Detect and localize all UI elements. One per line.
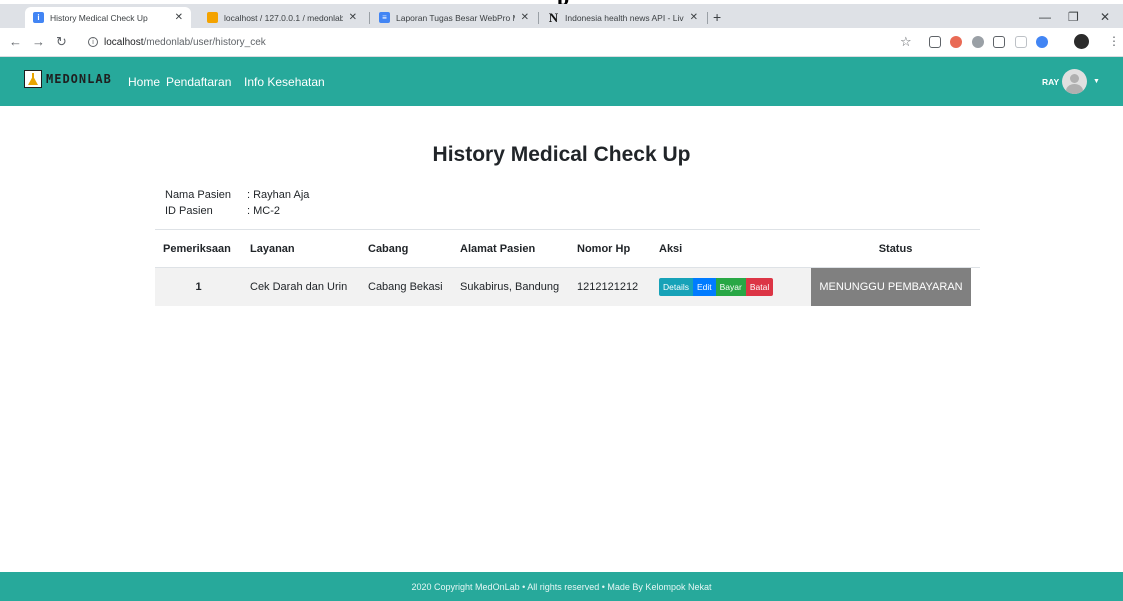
url-input[interactable]: i localhost/medonlab/user/history_cek: [88, 32, 918, 52]
microscope-logo-icon: [24, 70, 42, 88]
bookmark-star-icon[interactable]: ☆: [900, 34, 912, 50]
maximize-icon[interactable]: ❐: [1068, 10, 1079, 24]
chevron-down-icon[interactable]: ▼: [1093, 78, 1100, 85]
table-row: 1 Cek Darah dan Urin Cabang Bekasi Sukab…: [155, 267, 980, 306]
user-name[interactable]: RAY: [1042, 77, 1059, 87]
tab-history-medical[interactable]: i History Medical Check Up ✕: [25, 7, 191, 28]
site-info-icon[interactable]: i: [88, 37, 98, 47]
extension-icon[interactable]: [1036, 36, 1048, 48]
tab-title: History Medical Check Up: [50, 12, 148, 23]
cell-layanan: Cek Darah dan Urin: [242, 267, 360, 306]
tab-separator: [707, 12, 708, 24]
info-favicon-icon: i: [33, 12, 44, 23]
tab-laporan[interactable]: ≡ Laporan Tugas Besar WebPro MS ✕: [371, 7, 537, 28]
cell-nomor-hp: 1212121212: [569, 267, 651, 306]
patient-name-value: : Rayhan Aja: [247, 189, 310, 201]
tab-separator: [369, 12, 370, 24]
patient-name-row: Nama Pasien : Rayhan Aja: [165, 189, 309, 201]
more-menu-icon[interactable]: ⋮: [1108, 34, 1120, 48]
details-button[interactable]: Details: [659, 277, 693, 297]
col-header-alamat: Alamat Pasien: [452, 229, 569, 268]
browser-tab-bar: i History Medical Check Up ✕ localhost /…: [0, 4, 1123, 28]
tab-title: Indonesia health news API - Live: [565, 12, 684, 23]
footer-copyright: 2020 Copyright MedOnLab • All rights res…: [411, 581, 712, 592]
extension-icon[interactable]: [972, 36, 984, 48]
close-icon[interactable]: ✕: [349, 12, 357, 23]
app-navbar: MEDONLAB Home Pendaftaran Info Kesehatan…: [0, 57, 1123, 106]
patient-name-label: Nama Pasien: [165, 189, 232, 201]
nav-info-kesehatan-link[interactable]: Info Kesehatan: [244, 75, 325, 89]
tab-title: Laporan Tugas Besar WebPro MS: [396, 12, 515, 23]
new-tab-icon[interactable]: +: [713, 9, 721, 25]
edit-button[interactable]: Edit: [692, 277, 716, 297]
profile-icon[interactable]: [1074, 34, 1089, 49]
patient-id-row: ID Pasien : MC-2: [165, 205, 280, 217]
footer: 2020 Copyright MedOnLab • All rights res…: [0, 572, 1123, 601]
cell-pemeriksaan: 1: [155, 267, 242, 306]
extension-icon[interactable]: [929, 36, 941, 48]
browser-address-bar: ← → ↻ i localhost/medonlab/user/history_…: [0, 28, 1123, 57]
col-header-aksi: Aksi: [651, 229, 811, 268]
phpmyadmin-favicon-icon: [207, 12, 218, 23]
url-path: /medonlab/user/history_cek: [143, 36, 266, 48]
col-header-pemeriksaan: Pemeriksaan: [155, 229, 242, 268]
tab-separator: [538, 12, 539, 24]
status-badge: MENUNGGU PEMBAYARAN: [811, 268, 971, 306]
batal-button[interactable]: Batal: [745, 277, 774, 297]
back-icon[interactable]: ←: [9, 34, 22, 49]
nav-pendaftaran-link[interactable]: Pendaftaran: [166, 75, 231, 89]
page-title: History Medical Check Up: [432, 143, 691, 166]
patient-id-value: : MC-2: [247, 205, 280, 217]
cast-icon[interactable]: [993, 36, 1005, 48]
close-icon[interactable]: ✕: [690, 12, 698, 23]
forward-icon[interactable]: →: [32, 34, 45, 49]
tab-newsapi[interactable]: N Indonesia health news API - Live ✕: [540, 7, 706, 28]
col-header-status: Status: [811, 229, 980, 268]
col-header-cabang: Cabang: [360, 229, 452, 268]
avatar[interactable]: [1062, 69, 1087, 94]
google-docs-favicon-icon: ≡: [379, 12, 390, 23]
nav-home-link[interactable]: Home: [128, 75, 160, 89]
bayar-button[interactable]: Bayar: [715, 277, 746, 297]
close-icon[interactable]: ✕: [521, 12, 529, 23]
col-header-nomor-hp: Nomor Hp: [569, 229, 651, 268]
brand-name: MEDONLAB: [46, 72, 112, 86]
table-header-row: Pemeriksaan Layanan Cabang Alamat Pasien…: [155, 229, 980, 268]
history-table: Pemeriksaan Layanan Cabang Alamat Pasien…: [155, 229, 980, 306]
cell-alamat: Sukabirus, Bandung: [452, 267, 569, 306]
close-icon[interactable]: ✕: [175, 12, 183, 23]
window-close-icon[interactable]: ✕: [1100, 10, 1110, 24]
extension-icon[interactable]: [950, 36, 962, 48]
tab-title: localhost / 127.0.0.1 / medonlab: [224, 12, 343, 23]
brand[interactable]: MEDONLAB: [24, 70, 112, 88]
patient-id-label: ID Pasien: [165, 205, 213, 217]
reload-icon[interactable]: ↻: [56, 34, 67, 50]
minimize-icon[interactable]: —: [1039, 10, 1051, 24]
cell-cabang: Cabang Bekasi: [360, 267, 452, 306]
newsapi-favicon-icon: N: [548, 9, 559, 25]
col-header-layanan: Layanan: [242, 229, 360, 268]
cell-aksi: Details Edit Bayar Batal: [651, 267, 811, 306]
extension-icon[interactable]: [1015, 36, 1027, 48]
tab-phpmyadmin[interactable]: localhost / 127.0.0.1 / medonlab ✕: [199, 7, 365, 28]
cell-status: MENUNGGU PEMBAYARAN: [811, 267, 980, 306]
url-host: localhost: [104, 36, 144, 48]
